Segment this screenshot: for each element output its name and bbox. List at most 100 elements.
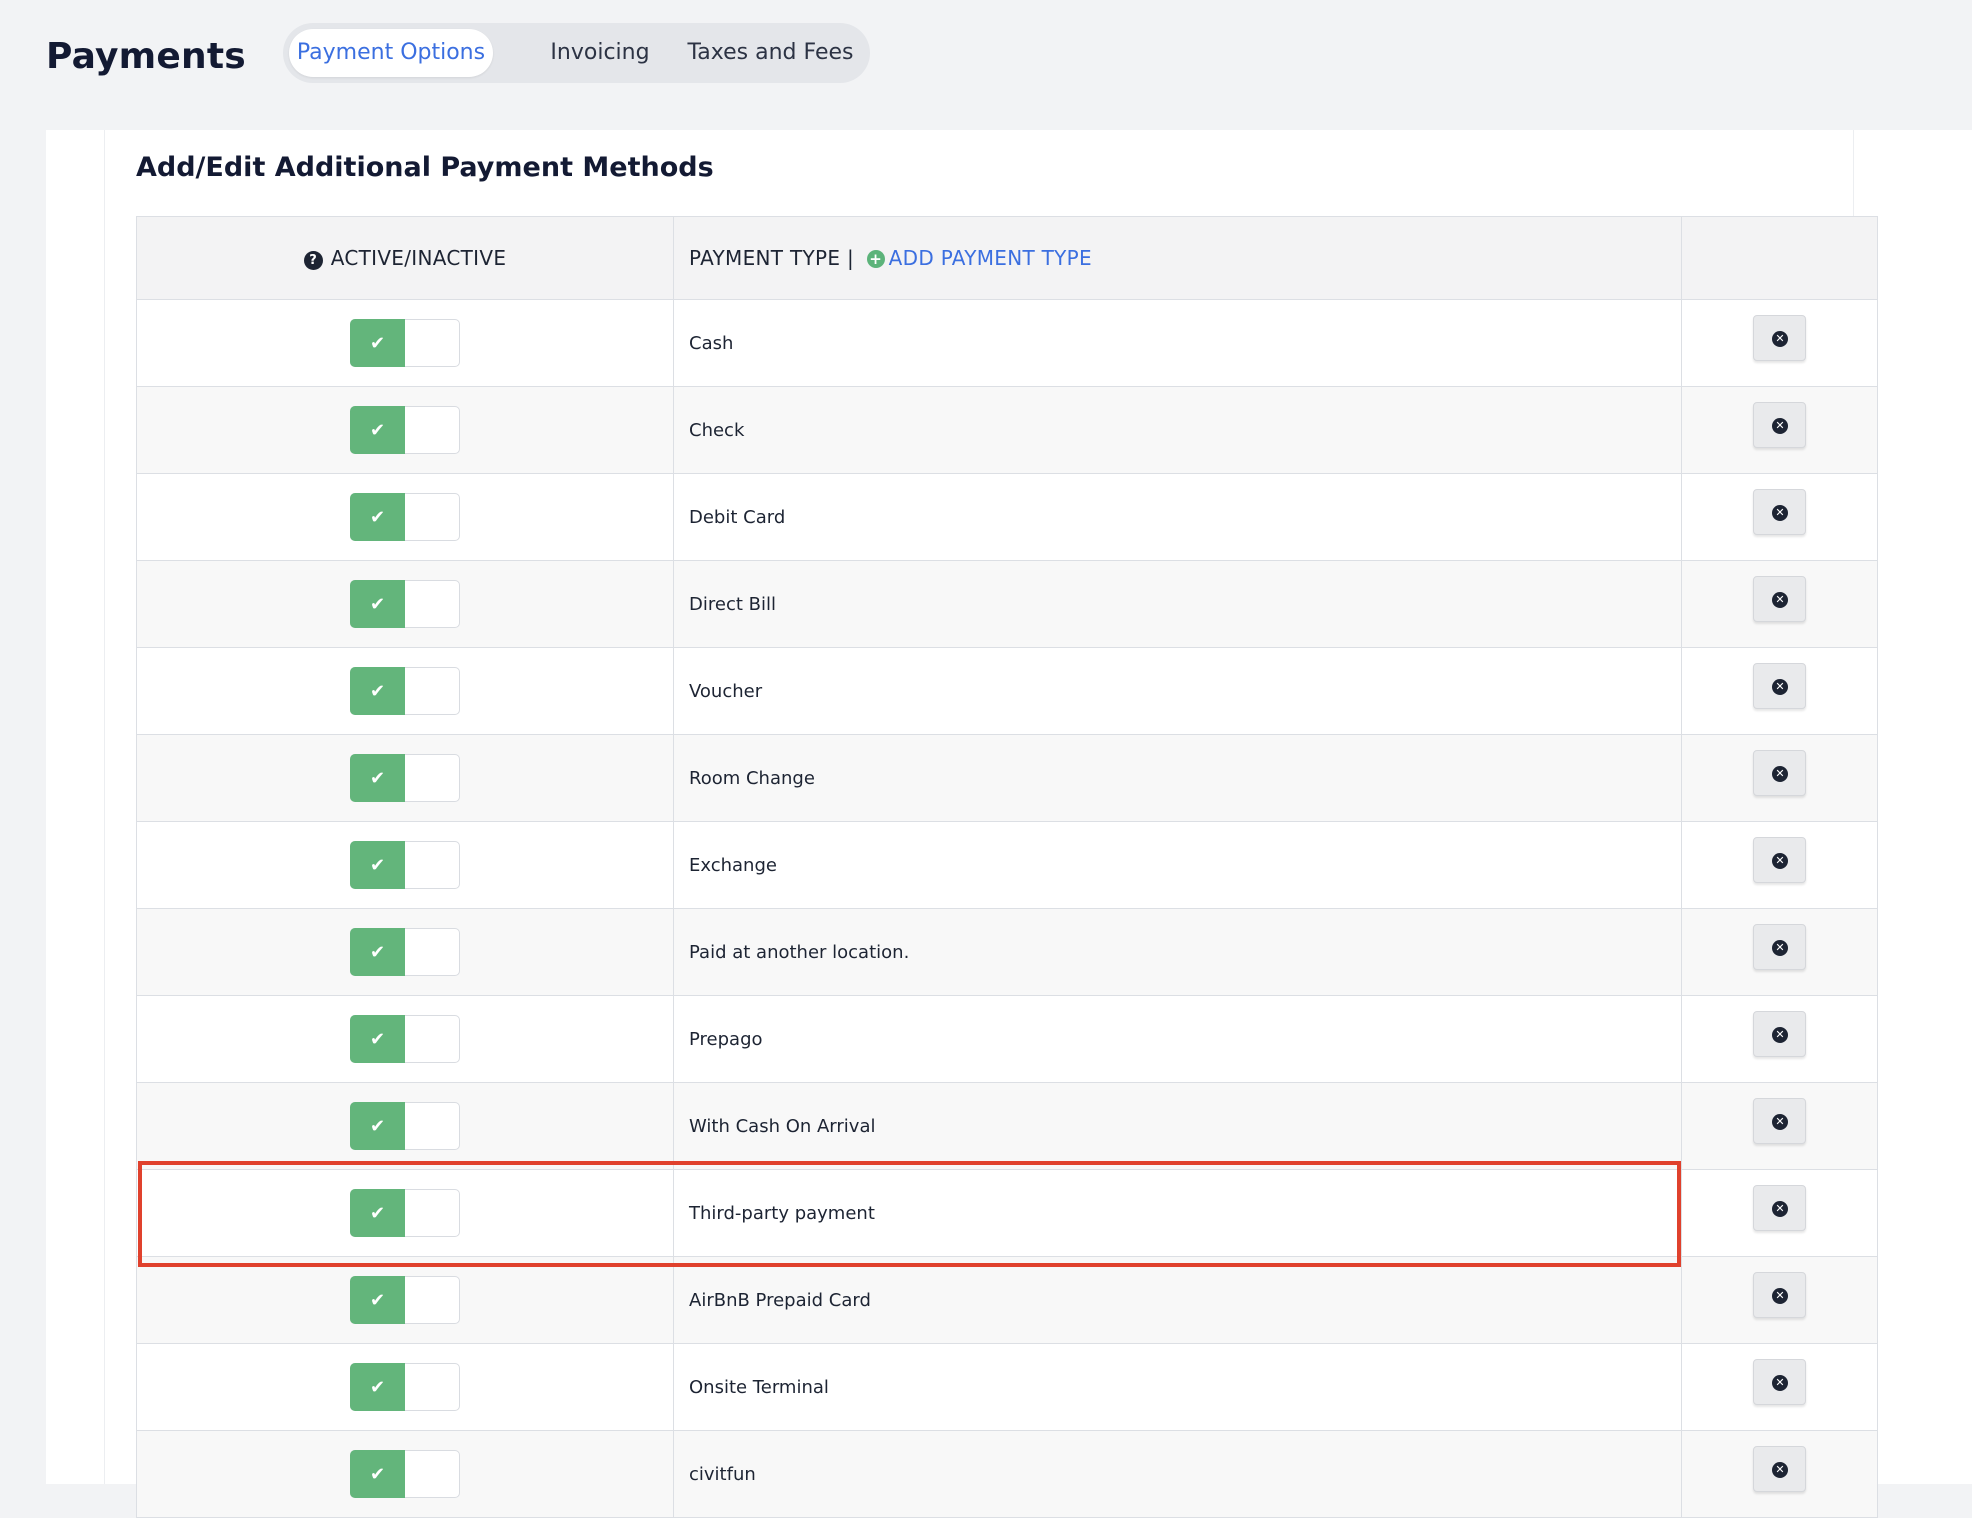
table-row: ✔ civitfun ✕ bbox=[136, 1430, 1878, 1518]
active-toggle[interactable]: ✔ bbox=[350, 667, 460, 715]
delete-payment-type-button[interactable]: ✕ bbox=[1753, 1358, 1806, 1405]
active-toggle[interactable]: ✔ bbox=[350, 406, 460, 454]
delete-cell: ✕ bbox=[1681, 1343, 1878, 1431]
active-toggle[interactable]: ✔ bbox=[350, 928, 460, 976]
column-header-active: ? ACTIVE/INACTIVE bbox=[136, 216, 674, 300]
active-toggle[interactable]: ✔ bbox=[350, 1276, 460, 1324]
table-row: ✔ Debit Card ✕ bbox=[136, 473, 1878, 561]
active-toggle[interactable]: ✔ bbox=[350, 1102, 460, 1150]
check-icon: ✔ bbox=[350, 580, 405, 628]
payment-type-name: civitfun bbox=[673, 1430, 1682, 1518]
delete-payment-type-button[interactable]: ✕ bbox=[1753, 1097, 1806, 1144]
check-icon: ✔ bbox=[350, 841, 405, 889]
page-title: Payments bbox=[46, 36, 246, 77]
active-toggle[interactable]: ✔ bbox=[350, 1363, 460, 1411]
column-header-payment-type: PAYMENT TYPE | + ADD PAYMENT TYPE bbox=[673, 216, 1682, 300]
table-row: ✔ Direct Bill ✕ bbox=[136, 560, 1878, 648]
active-toggle[interactable]: ✔ bbox=[350, 1189, 460, 1237]
delete-payment-type-button[interactable]: ✕ bbox=[1753, 923, 1806, 970]
delete-cell: ✕ bbox=[1681, 473, 1878, 561]
payment-type-name: Room Change bbox=[673, 734, 1682, 822]
delete-payment-type-button[interactable]: ✕ bbox=[1753, 1271, 1806, 1318]
column-header-active-label: ACTIVE/INACTIVE bbox=[330, 246, 507, 270]
times-circle-icon: ✕ bbox=[1772, 765, 1788, 782]
payment-type-name: Check bbox=[673, 386, 1682, 474]
payment-type-name: Onsite Terminal bbox=[673, 1343, 1682, 1431]
delete-payment-type-button[interactable]: ✕ bbox=[1753, 836, 1806, 883]
delete-payment-type-button[interactable]: ✕ bbox=[1753, 662, 1806, 709]
active-toggle-cell: ✔ bbox=[136, 386, 674, 474]
delete-payment-type-button[interactable]: ✕ bbox=[1753, 749, 1806, 796]
table-row: ✔ Room Change ✕ bbox=[136, 734, 1878, 822]
delete-payment-type-button[interactable]: ✕ bbox=[1753, 401, 1806, 448]
active-toggle-cell: ✔ bbox=[136, 734, 674, 822]
times-circle-icon: ✕ bbox=[1772, 591, 1788, 608]
payment-type-name: With Cash On Arrival bbox=[673, 1082, 1682, 1170]
active-toggle[interactable]: ✔ bbox=[350, 1015, 460, 1063]
times-circle-icon: ✕ bbox=[1772, 504, 1788, 521]
active-toggle-cell: ✔ bbox=[136, 647, 674, 735]
top-bar: Payments Payment Options Invoicing Taxes… bbox=[0, 0, 1972, 130]
active-toggle-cell: ✔ bbox=[136, 1082, 674, 1170]
table-row: ✔ With Cash On Arrival ✕ bbox=[136, 1082, 1878, 1170]
table-row: ✔ Paid at another location. ✕ bbox=[136, 908, 1878, 996]
active-toggle[interactable]: ✔ bbox=[350, 841, 460, 889]
delete-cell: ✕ bbox=[1681, 560, 1878, 648]
active-toggle-cell: ✔ bbox=[136, 1169, 674, 1257]
add-payment-type-link[interactable]: + ADD PAYMENT TYPE bbox=[861, 246, 1092, 270]
payment-type-name: Debit Card bbox=[673, 473, 1682, 561]
active-toggle-cell: ✔ bbox=[136, 560, 674, 648]
table-row: ✔ AirBnB Prepaid Card ✕ bbox=[136, 1256, 1878, 1344]
check-icon: ✔ bbox=[350, 1450, 405, 1498]
delete-payment-type-button[interactable]: ✕ bbox=[1753, 575, 1806, 622]
times-circle-icon: ✕ bbox=[1772, 1287, 1788, 1304]
payment-type-name: Exchange bbox=[673, 821, 1682, 909]
delete-payment-type-button[interactable]: ✕ bbox=[1753, 314, 1806, 361]
check-icon: ✔ bbox=[350, 1102, 405, 1150]
times-circle-icon: ✕ bbox=[1772, 1374, 1788, 1391]
active-toggle[interactable]: ✔ bbox=[350, 754, 460, 802]
tab-taxes-and-fees[interactable]: Taxes and Fees bbox=[678, 29, 863, 77]
payment-type-name: Cash bbox=[673, 299, 1682, 387]
payment-type-name: Direct Bill bbox=[673, 560, 1682, 648]
active-toggle[interactable]: ✔ bbox=[350, 319, 460, 367]
check-icon: ✔ bbox=[350, 1189, 405, 1237]
column-header-delete bbox=[1681, 216, 1878, 300]
tab-bar: Payment Options Invoicing Taxes and Fees bbox=[283, 23, 870, 83]
payment-methods-table: ? ACTIVE/INACTIVE PAYMENT TYPE | + ADD PAY… bbox=[136, 216, 1878, 1518]
delete-cell: ✕ bbox=[1681, 908, 1878, 996]
active-toggle-cell: ✔ bbox=[136, 1430, 674, 1518]
table-row: ✔ Prepago ✕ bbox=[136, 995, 1878, 1083]
delete-payment-type-button[interactable]: ✕ bbox=[1753, 1184, 1806, 1231]
delete-payment-type-button[interactable]: ✕ bbox=[1753, 1445, 1806, 1492]
question-circle-icon[interactable]: ? bbox=[303, 251, 323, 270]
delete-payment-type-button[interactable]: ✕ bbox=[1753, 1010, 1806, 1057]
times-circle-icon: ✕ bbox=[1772, 330, 1788, 347]
plus-circle-icon: + bbox=[866, 250, 885, 268]
delete-cell: ✕ bbox=[1681, 1169, 1878, 1257]
check-icon: ✔ bbox=[350, 1015, 405, 1063]
tab-payment-options[interactable]: Payment Options bbox=[289, 29, 493, 77]
delete-cell: ✕ bbox=[1681, 1082, 1878, 1170]
times-circle-icon: ✕ bbox=[1772, 417, 1788, 434]
active-toggle-cell: ✔ bbox=[136, 473, 674, 561]
column-header-type-label: PAYMENT TYPE | bbox=[689, 246, 854, 270]
delete-cell: ✕ bbox=[1681, 995, 1878, 1083]
check-icon: ✔ bbox=[350, 1276, 405, 1324]
delete-payment-type-button[interactable]: ✕ bbox=[1753, 488, 1806, 535]
delete-cell: ✕ bbox=[1681, 299, 1878, 387]
active-toggle[interactable]: ✔ bbox=[350, 1450, 460, 1498]
payment-type-name: AirBnB Prepaid Card bbox=[673, 1256, 1682, 1344]
payment-type-name: Prepago bbox=[673, 995, 1682, 1083]
check-icon: ✔ bbox=[350, 928, 405, 976]
tab-invoicing[interactable]: Invoicing bbox=[520, 29, 680, 77]
table-row: ✔ Exchange ✕ bbox=[136, 821, 1878, 909]
active-toggle-cell: ✔ bbox=[136, 1343, 674, 1431]
table-header-row: ? ACTIVE/INACTIVE PAYMENT TYPE | + ADD PAY… bbox=[136, 216, 1878, 300]
active-toggle[interactable]: ✔ bbox=[350, 580, 460, 628]
times-circle-icon: ✕ bbox=[1772, 1461, 1788, 1478]
times-circle-icon: ✕ bbox=[1772, 1113, 1788, 1130]
table-row: ✔ Check ✕ bbox=[136, 386, 1878, 474]
active-toggle[interactable]: ✔ bbox=[350, 493, 460, 541]
table-row: ✔ Third-party payment ✕ bbox=[136, 1169, 1878, 1257]
